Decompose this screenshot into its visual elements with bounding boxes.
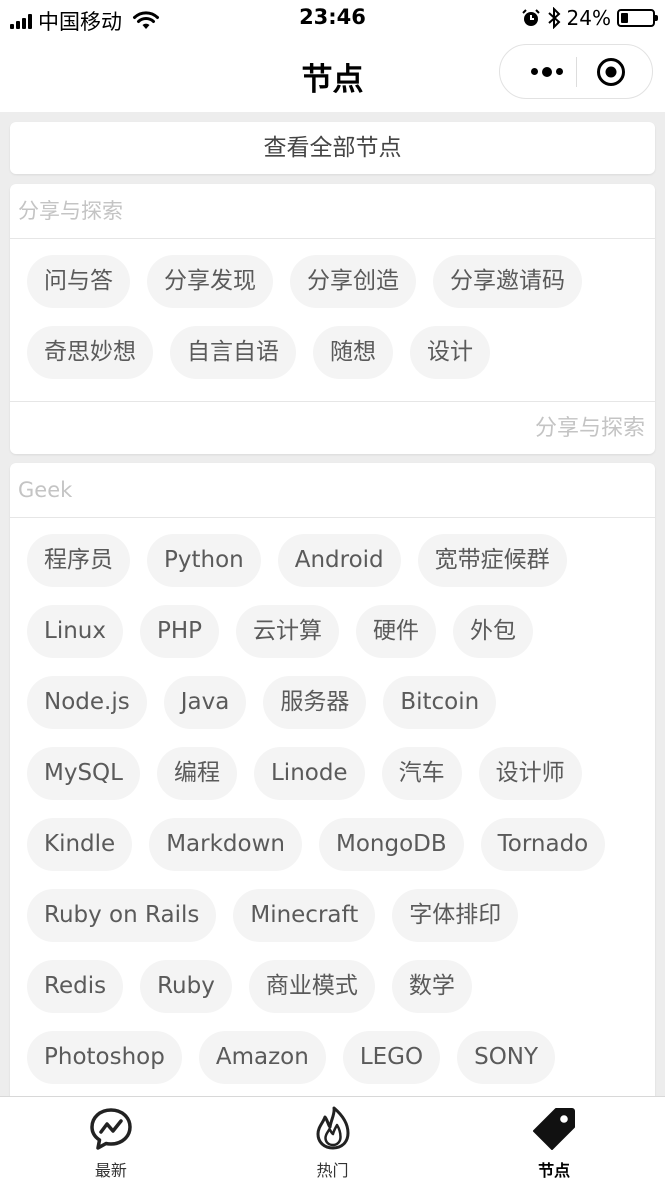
node-tag[interactable]: Ruby xyxy=(140,960,232,1013)
bluetooth-icon xyxy=(547,7,560,29)
node-tag[interactable]: Node.js xyxy=(27,676,147,729)
node-tag[interactable]: Linux xyxy=(27,605,123,658)
node-tag[interactable]: 汽车 xyxy=(381,747,462,800)
tab-label: 节点 xyxy=(538,1161,571,1180)
flame-icon xyxy=(316,1106,349,1150)
node-section-share: 分享与探索 问与答 分享发现 分享创造 分享邀请码奇思妙想 自言自语 随想 设计 分享与探索 xyxy=(10,184,655,454)
alarm-icon xyxy=(521,9,540,26)
node-tag[interactable]: 字体排印 xyxy=(392,889,519,942)
node-tag[interactable]: 分享创造 xyxy=(290,255,416,308)
node-tag[interactable]: Photoshop xyxy=(27,1031,182,1084)
node-tag[interactable]: 商业模式 xyxy=(248,960,375,1013)
tab-hot[interactable]: 热门 xyxy=(222,1097,444,1182)
node-tag[interactable]: Minecraft xyxy=(233,889,376,942)
node-tag[interactable]: 设计 xyxy=(410,326,490,379)
node-tag[interactable]: Android xyxy=(277,534,401,587)
node-tag[interactable]: Ruby on Rails xyxy=(27,889,217,942)
node-tag[interactable]: LEGO xyxy=(342,1031,441,1084)
node-tag[interactable]: Bitcoin xyxy=(383,676,497,729)
view-all-nodes-button[interactable]: 查看全部节点 xyxy=(10,122,655,174)
tab-bar: 最新 热门 节点 xyxy=(0,1096,665,1182)
node-tag[interactable]: Python xyxy=(147,534,261,587)
node-tag[interactable]: Redis xyxy=(27,960,124,1013)
node-tag[interactable]: 编程 xyxy=(156,747,237,800)
battery-icon xyxy=(617,9,658,27)
tab-latest[interactable]: 最新 xyxy=(0,1097,222,1182)
node-tag[interactable]: 分享邀请码 xyxy=(433,255,582,308)
node-tag[interactable]: 宽带症候群 xyxy=(417,534,567,587)
tag-list: 问与答 分享发现 分享创造 分享邀请码奇思妙想 自言自语 随想 设计 xyxy=(10,239,655,401)
node-tag[interactable]: PHP xyxy=(139,605,220,658)
battery-percent: 24% xyxy=(566,6,611,30)
node-tag[interactable]: 云计算 xyxy=(236,605,340,658)
status-right: 24% xyxy=(521,6,658,30)
node-section-geek: Geek 程序员 Python Android 宽带症候群 Linux PHP 云计算 硬件外… xyxy=(10,463,655,1163)
node-tag[interactable]: 自言自语 xyxy=(170,326,296,379)
tag-icon xyxy=(533,1108,576,1150)
mini-program-capsule xyxy=(499,44,653,99)
node-tag[interactable]: Kindle xyxy=(27,818,133,871)
node-tag[interactable]: 随想 xyxy=(313,326,393,379)
node-tag[interactable]: 程序员 xyxy=(27,534,130,587)
node-tag[interactable]: 数学 xyxy=(391,960,472,1013)
node-tag[interactable]: 服务器 xyxy=(263,676,367,729)
node-tag[interactable]: Linode xyxy=(253,747,365,800)
tab-label: 热门 xyxy=(316,1161,349,1180)
section-title: Geek xyxy=(10,463,655,518)
status-bar: 中国移动 23:46 24% xyxy=(0,0,665,38)
tab-label: 最新 xyxy=(94,1161,127,1180)
section-title: 分享与探索 xyxy=(10,184,655,239)
node-tag[interactable]: MySQL xyxy=(27,747,140,800)
capsule-divider xyxy=(576,57,577,87)
node-tag[interactable]: MongoDB xyxy=(318,818,464,871)
chat-pulse-icon xyxy=(90,1108,132,1150)
node-tag[interactable]: Java xyxy=(163,676,247,729)
nav-bar: 节点 xyxy=(0,38,665,112)
close-target-icon[interactable] xyxy=(596,57,626,87)
node-tag[interactable]: 奇思妙想 xyxy=(27,326,153,379)
tag-list: 程序员 Python Android 宽带症候群 Linux PHP 云计算 硬件 外包 Node… xyxy=(10,518,655,1106)
section-footer[interactable]: 分享与探索 xyxy=(10,401,655,454)
node-tag[interactable]: Tornado xyxy=(480,818,606,871)
node-tag[interactable]: 硬件 xyxy=(356,605,437,658)
node-tag[interactable]: Amazon xyxy=(198,1031,326,1084)
more-menu-icon[interactable] xyxy=(522,45,572,98)
node-tag[interactable]: 设计师 xyxy=(478,747,582,800)
node-tag[interactable]: SONY xyxy=(457,1031,556,1084)
node-tag[interactable]: 分享发现 xyxy=(147,255,273,308)
node-tag[interactable]: 外包 xyxy=(453,605,534,658)
node-tag[interactable]: 问与答 xyxy=(27,255,130,308)
node-tag[interactable]: Markdown xyxy=(149,818,302,871)
tab-nodes[interactable]: 节点 xyxy=(443,1097,665,1182)
